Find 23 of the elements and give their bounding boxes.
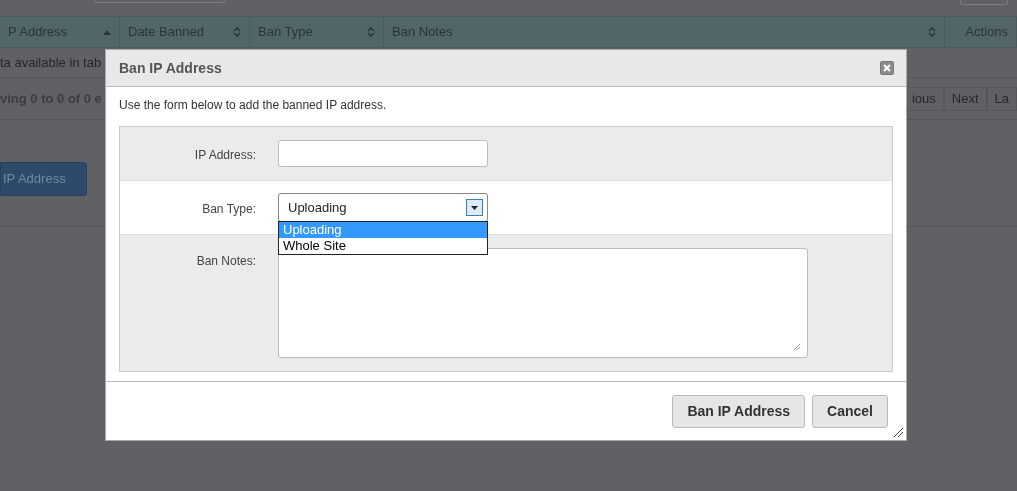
resize-grip-icon bbox=[793, 343, 801, 351]
ban-ip-button[interactable]: Ban IP Address bbox=[672, 394, 806, 428]
sort-icon bbox=[233, 27, 241, 37]
close-button[interactable] bbox=[880, 61, 894, 75]
ip-address-field[interactable] bbox=[278, 140, 488, 167]
dialog-title: Ban IP Address bbox=[119, 58, 222, 78]
sort-icon bbox=[367, 27, 375, 37]
sort-icon bbox=[928, 27, 936, 37]
field-label: Ban Notes: bbox=[196, 254, 256, 268]
dialog-intro: Use the form below to add the banned IP address. bbox=[119, 97, 388, 114]
resize-handle-icon bbox=[893, 427, 904, 438]
field-label: IP Address: bbox=[194, 147, 256, 162]
close-icon bbox=[883, 64, 891, 72]
top-button[interactable] bbox=[960, 0, 1008, 5]
sort-ascending-icon bbox=[103, 29, 111, 35]
ban-type-select[interactable]: Uploading bbox=[278, 193, 488, 222]
field-label: Ban Type: bbox=[202, 201, 256, 216]
ban-notes-field[interactable] bbox=[278, 248, 808, 358]
select-value: Uploading bbox=[288, 198, 347, 217]
dropdown-option[interactable]: Whole Site bbox=[279, 238, 487, 254]
cancel-button[interactable]: Cancel bbox=[812, 394, 888, 428]
add-ip-button[interactable]: IP Address bbox=[0, 162, 87, 196]
dropdown-option[interactable]: Uploading bbox=[279, 222, 487, 238]
